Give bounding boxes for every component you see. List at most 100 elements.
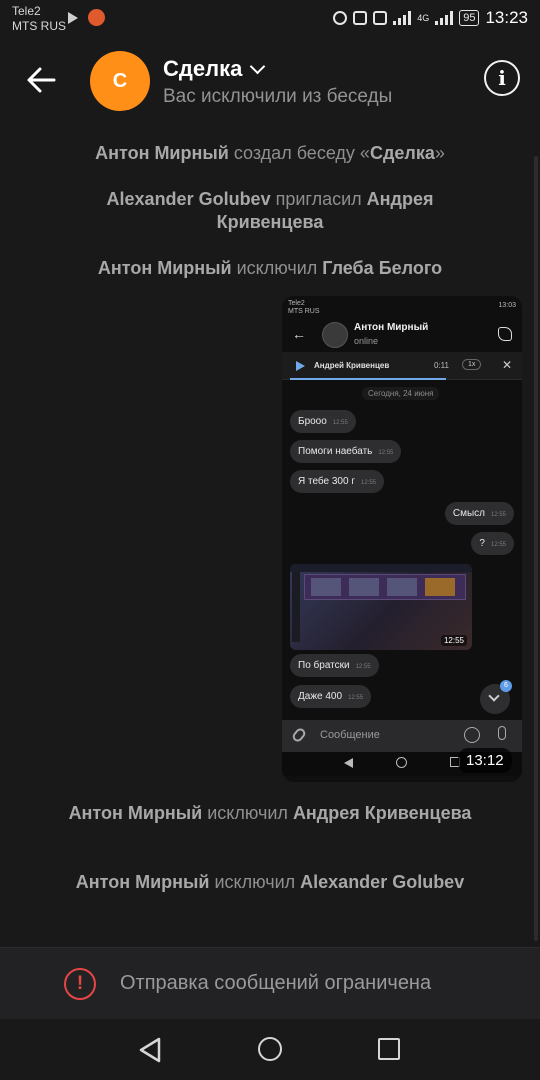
system-message: Антон Мирный исключил Глеба Белого [60, 257, 480, 280]
nav-home-icon[interactable] [258, 1037, 282, 1061]
restricted-text: Отправка сообщений ограничена [120, 972, 432, 994]
system-message-actor[interactable]: Alexander Golubev [107, 189, 271, 209]
attachment-message: Я тебе 300 г 12:55 [290, 470, 384, 493]
attachment-message-outgoing: Смысл 12:55 [444, 502, 514, 525]
attachment-player-title: Андрей Кривенцев [314, 361, 390, 370]
attachment-player-time: 0:11 [434, 361, 449, 370]
attachment-mic-icon [498, 726, 506, 740]
attachment-message-time: 12:55 [355, 664, 371, 670]
attachment-date-label: Сегодня, 24 июня [362, 387, 440, 400]
chevron-down-icon [250, 58, 266, 75]
video-item-strip [304, 574, 466, 600]
attachment-phone-icon [498, 327, 512, 341]
carrier-name-1: Tele2 [12, 4, 41, 18]
attachment-message-time: 12:55 [348, 695, 364, 701]
video-item [387, 578, 417, 596]
attachment-play-icon [296, 361, 305, 371]
attachment-unread-badge: 6 [500, 680, 512, 692]
attachment-carrier-1: Tele2 [288, 300, 305, 307]
signal-2-icon [435, 11, 454, 25]
battery-level: 95 [459, 10, 480, 26]
attachment-back-arrow-icon: ← [292, 326, 306, 342]
notification-app-icon [88, 9, 105, 26]
status-icons: 4G 95 13:23 [333, 8, 528, 28]
attachment-message-time: 12:55 [332, 420, 348, 426]
system-message-action: исключил [209, 872, 301, 892]
conversation-title-button[interactable]: Сделка [163, 56, 266, 82]
attachment-message-time: 12:55 [490, 512, 506, 518]
nav-back-button[interactable] [138, 1037, 162, 1068]
attachment-time: 13:12 [458, 748, 512, 773]
info-button[interactable]: i [484, 60, 520, 96]
attachment-message: По братски 12:55 [290, 654, 379, 677]
system-message: Антон Мирный исключил Андрея Кривенцева [60, 802, 480, 825]
attachment-message: Помоги наебать 12:55 [290, 440, 402, 463]
messaging-restricted-bar: ! Отправка сообщений ограничена [0, 947, 540, 1019]
attachment-message-text: По братски [298, 660, 350, 671]
system-message-action: создал беседу « [228, 143, 370, 163]
status-bar: Tele2 MTS RUS 4G 95 13:23 [0, 0, 540, 40]
attachment-message-outgoing: ? 12:55 [471, 532, 514, 555]
video-item [311, 578, 341, 596]
chat-history[interactable]: Антон Мирный создал беседу «Сделка» Alex… [0, 122, 540, 947]
video-topbar [290, 564, 472, 572]
attachment-message-time: 12:55 [490, 542, 506, 548]
back-arrow-icon [27, 67, 56, 93]
system-message: Alexander Golubev пригласил Андрея Криве… [60, 188, 480, 234]
attachment-close-icon: ✕ [501, 358, 512, 372]
conversation-subtitle: Вас исключили из беседы [163, 86, 393, 107]
system-message-target[interactable]: Alexander Golubev [300, 872, 464, 892]
attachment-video-thumbnail: 12:55 [290, 564, 472, 650]
system-message-target[interactable]: Андрея Кривенцева [293, 803, 471, 823]
status-time: 13:23 [485, 8, 528, 27]
attachment-header: ← Антон Мирный online [282, 318, 522, 352]
attachment-message-text: Даже 400 [298, 691, 343, 702]
video-item [425, 578, 455, 596]
chat-scrollbar[interactable] [534, 156, 538, 941]
nav-recent-icon[interactable] [378, 1038, 400, 1060]
attachment-player-progress [290, 378, 446, 380]
play-store-icon [68, 12, 78, 24]
attachment-input-placeholder: Сообщение [320, 729, 380, 741]
chevron-down-icon [488, 690, 500, 702]
system-message-target[interactable]: Глеба Белого [322, 258, 442, 278]
attachment-message-text: Броoo [298, 416, 327, 427]
system-message-suffix: » [434, 143, 445, 163]
attachment-video-duration: 12:55 [440, 635, 467, 646]
attachment-message-time: 12:55 [360, 480, 376, 486]
system-message-actor[interactable]: Антон Мирный [95, 143, 229, 163]
attachment-avatar [322, 322, 348, 348]
vibrate-icon [373, 11, 388, 25]
system-message-action: пригласил [270, 189, 367, 209]
attachment-audio-player: Андрей Кривенцев 0:11 1x ✕ [282, 352, 522, 380]
system-message-actor[interactable]: Антон Мирный [98, 258, 232, 278]
system-message-actor[interactable]: Антон Мирный [76, 872, 210, 892]
attachment-message-time: 12:55 [378, 450, 394, 456]
attachment-message: Броoo 12:55 [290, 410, 356, 433]
video-menu [292, 572, 300, 642]
attachment-nav-back-icon [344, 758, 353, 768]
attachment-paperclip-icon [290, 726, 308, 744]
signal-1-icon [393, 11, 412, 25]
nav-back-icon [139, 1037, 161, 1063]
screenshot-attachment[interactable]: Tele2 MTS RUS 13:03 ← Антон Мирный onlin… [282, 296, 522, 782]
system-message-actor[interactable]: Антон Мирный [69, 803, 203, 823]
warning-icon: ! [64, 968, 96, 1000]
conversation-title: Сделка [163, 56, 243, 81]
attachment-message-text: Помоги наебать [298, 446, 373, 457]
back-button[interactable] [18, 60, 66, 100]
attachment-nav-home-icon [396, 757, 407, 768]
attachment-player-speed: 1x [462, 359, 482, 370]
conversation-avatar[interactable]: C [90, 51, 150, 111]
attachment-message: Даже 400 12:55 [290, 685, 372, 708]
info-icon: i [498, 66, 506, 90]
attachment-carrier-2: MTS RUS [288, 308, 320, 315]
attachment-message-text: ? [479, 538, 485, 549]
carrier-name-2: MTS RUS [12, 19, 66, 33]
conversation-header: C Сделка Вас исключили из беседы i [0, 40, 540, 122]
attachment-status-bar: Tele2 MTS RUS 13:03 [282, 296, 522, 318]
video-item [349, 578, 379, 596]
attachment-message-text: Смысл [452, 508, 485, 519]
nfc-icon [353, 11, 368, 25]
attachment-contact-name: Антон Мирный [354, 322, 429, 333]
